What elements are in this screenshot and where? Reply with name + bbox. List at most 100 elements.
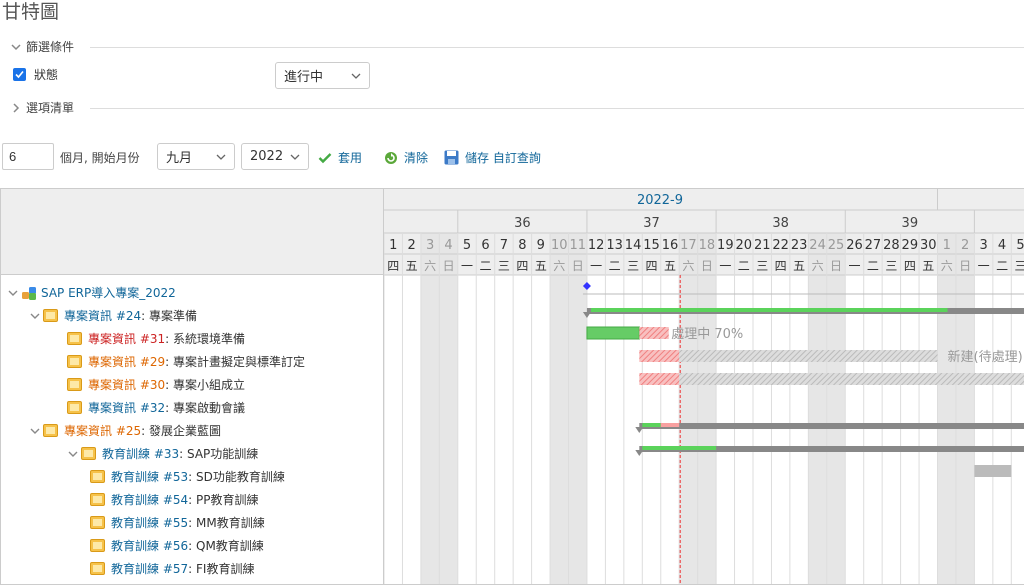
gantt-subjects: SAP ERP導入專案_2022 專案資訊 #24: 專案準備 專案資訊 #31: … [0, 188, 384, 585]
weekday-label: 日 [959, 259, 971, 273]
day-label: 15 [643, 238, 660, 253]
task-late-bar [639, 373, 680, 385]
weekend-column [937, 233, 956, 584]
subject-row: 專案資訊 #24: 專案準備 [29, 304, 197, 327]
expander-icon[interactable] [7, 287, 19, 299]
weekday-label: 三 [627, 259, 639, 273]
save-icon [444, 150, 459, 165]
filters-toggle[interactable]: 篩選條件 [10, 40, 74, 54]
month-select-value: 九月 [166, 151, 193, 166]
day-label: 1 [389, 238, 397, 253]
parent-bar [639, 423, 1024, 429]
subject-row: 專案資訊 #31: 系統環境準備 [67, 327, 245, 350]
issue-link[interactable]: 專案資訊 #29 [88, 353, 165, 370]
weekday-label: 三 [756, 259, 768, 273]
weekday-label: 二 [738, 259, 750, 273]
issue-link[interactable]: 教育訓練 #33 [102, 445, 179, 462]
weekday-label: 六 [424, 259, 436, 273]
gantt-chart: 2022-9 36 37 38 39 1 四 2 五 3 六 4 日 5 一 6 二 7 三 8 四 9 五 10 六 11 日 12… [383, 188, 1024, 585]
task-pending-bar [974, 465, 1012, 477]
day-label: 30 [920, 238, 937, 253]
options-legend: 選項清單 [26, 101, 75, 115]
check-icon [15, 70, 24, 79]
issue-subject: : MM教育訓練 [188, 516, 265, 530]
day-label: 19 [717, 238, 734, 253]
issue-icon [90, 562, 105, 575]
day-label: 18 [699, 238, 716, 253]
issue-link[interactable]: 專案資訊 #25 [64, 422, 141, 439]
issue-link[interactable]: 教育訓練 #56 [111, 537, 188, 554]
issue-link[interactable]: 專案資訊 #30 [88, 376, 165, 393]
day-label: 25 [828, 238, 845, 253]
issue-link[interactable]: 專案資訊 #24 [64, 307, 141, 324]
subject-row: 專案資訊 #25: 發展企業藍圖 [29, 419, 221, 442]
week-label: 39 [902, 216, 919, 231]
reload-icon [385, 151, 397, 164]
issue-link[interactable]: 專案資訊 #32 [88, 399, 165, 416]
subject-row: 教育訓練 #54: PP教育訓練 [90, 488, 258, 511]
day-label: 10 [551, 238, 568, 253]
weekday-label: 六 [812, 259, 824, 273]
issue-subject: : SD功能教育訓練 [188, 470, 285, 484]
weekday-label: 四 [387, 259, 399, 273]
week-label: 38 [772, 216, 789, 231]
month-select[interactable]: 九月 [157, 143, 235, 170]
issue-subject: : PP教育訓練 [188, 493, 259, 507]
issue-link[interactable]: 專案資訊 #31 [88, 330, 165, 347]
day-label: 4 [998, 238, 1006, 253]
filters-legend: 篩選條件 [26, 40, 75, 54]
issue-subject: : 發展企業藍圖 [141, 424, 221, 438]
subject-row: 專案資訊 #30: 專案小組成立 [67, 373, 245, 396]
weekday-label: 一 [461, 259, 473, 273]
status-filter-row: 狀態 [13, 66, 58, 83]
weekday-label: 三 [1015, 259, 1024, 273]
save-query-link[interactable]: 儲存 自訂查詢 [444, 149, 541, 166]
options-toggle[interactable]: 選項清單 [10, 101, 74, 115]
issue-icon [67, 332, 82, 345]
issue-link[interactable]: SAP ERP導入專案_2022 [41, 284, 176, 301]
months-input[interactable] [2, 143, 54, 170]
weekday-label: 日 [443, 259, 455, 273]
day-label: 17 [680, 238, 697, 253]
weekday-label: 日 [701, 259, 713, 273]
day-label: 14 [625, 238, 642, 253]
day-label: 4 [444, 238, 452, 253]
issue-link[interactable]: 教育訓練 #54 [111, 491, 188, 508]
issue-link[interactable]: 教育訓練 #55 [111, 514, 188, 531]
weekday-label: 日 [830, 259, 842, 273]
subject-row: 教育訓練 #57: FI教育訓練 [90, 557, 254, 580]
day-label: 11 [569, 238, 586, 253]
status-checkbox[interactable] [13, 68, 26, 81]
issue-link[interactable]: 教育訓練 #57 [111, 560, 188, 577]
parent-progress [642, 446, 717, 450]
issue-icon [90, 516, 105, 529]
clear-link[interactable]: 清除 [384, 149, 428, 166]
apply-link[interactable]: 套用 [318, 149, 362, 166]
expander-icon[interactable] [29, 310, 41, 322]
weekday-label: 六 [682, 259, 694, 273]
parent-progress [590, 308, 948, 312]
issue-link[interactable]: 教育訓練 #53 [111, 468, 188, 485]
issue-subject: : 系統環境準備 [165, 332, 245, 346]
day-label: 7 [500, 238, 508, 253]
project-icon [22, 286, 36, 300]
day-label: 5 [463, 238, 471, 253]
expander-icon[interactable] [29, 425, 41, 437]
weekday-label: 三 [498, 259, 510, 273]
options-divider [90, 108, 1024, 109]
status-select[interactable]: 進行中 [275, 62, 370, 89]
issue-subject: : 專案小組成立 [165, 378, 245, 392]
issue-icon [43, 309, 58, 322]
task-pending-bar [679, 350, 938, 362]
page-title: 甘特圖 [2, 1, 60, 23]
day-label: 2 [408, 238, 416, 253]
issue-icon [67, 355, 82, 368]
weekday-label: 一 [719, 259, 731, 273]
month-label: 2022-9 [637, 193, 683, 208]
year-select[interactable]: 2022 [241, 143, 309, 170]
weekday-label: 四 [516, 259, 528, 273]
expander-icon[interactable] [67, 448, 79, 460]
weekday-label: 五 [664, 259, 676, 273]
chevron-right-icon [13, 103, 20, 113]
day-label: 16 [662, 238, 679, 253]
